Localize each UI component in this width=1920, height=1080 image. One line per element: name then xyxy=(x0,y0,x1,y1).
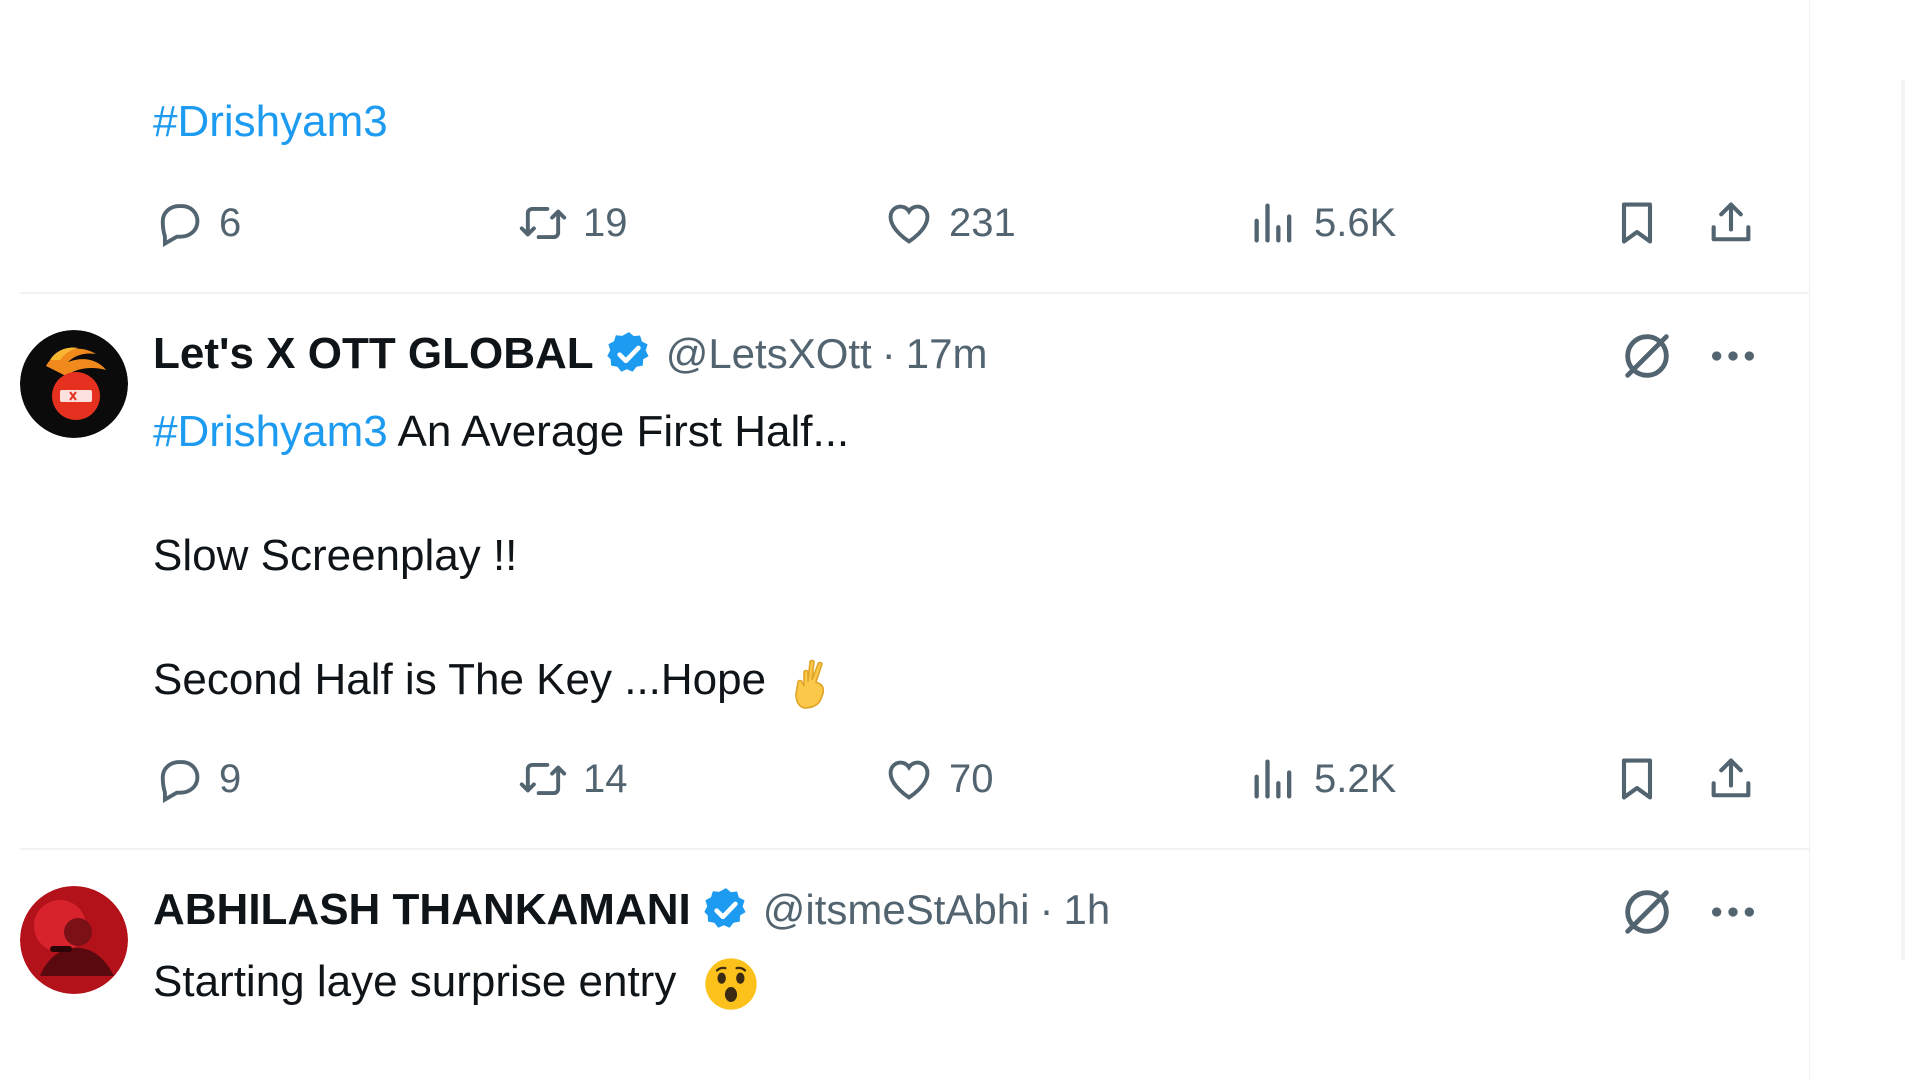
tweet-text: An Average First Half... xyxy=(387,407,850,456)
display-name[interactable]: ABHILASH THANKAMANI xyxy=(153,885,691,935)
right-sidebar-edge xyxy=(1811,0,1920,1080)
share-button[interactable] xyxy=(1703,749,1759,809)
avatar[interactable] xyxy=(20,886,128,994)
retweet-button[interactable]: 19 xyxy=(517,193,628,253)
heart-icon xyxy=(888,760,930,800)
tweet-header: Let's X OTT GLOBAL @LetsXOtt · 17m xyxy=(153,324,987,384)
views-button[interactable]: 5.6K xyxy=(1248,193,1396,253)
grok-icon[interactable] xyxy=(1618,327,1676,385)
tweet-1[interactable]: #Drishyam3 6 19 231 5.6K xyxy=(0,0,1810,292)
reply-icon xyxy=(160,760,200,803)
avatar[interactable] xyxy=(20,330,128,438)
tweet-text-line-3: Second Half is The Key ...Hope xyxy=(153,654,836,710)
separator-dot: · xyxy=(881,330,896,377)
timeline-feed: #Drishyam3 6 19 231 5.6K Let's X OTT GLO… xyxy=(0,0,1810,1080)
grok-icon[interactable] xyxy=(1618,883,1676,941)
tweet-text-line-1: Starting laye surprise entry xyxy=(153,956,759,1012)
retweet-count: 14 xyxy=(583,756,628,801)
astonished-face-emoji-icon xyxy=(704,958,757,1011)
hashtag-link[interactable]: #Drishyam3 xyxy=(153,96,388,148)
verified-badge-icon[interactable] xyxy=(701,885,751,935)
tweet-actions: 6 19 231 5.6K xyxy=(153,193,1763,253)
tweet-header: ABHILASH THANKAMANI @itsmeStAbhi · 1h xyxy=(153,880,1110,940)
username-handle[interactable]: @itsmeStAbhi xyxy=(763,886,1030,934)
like-count: 70 xyxy=(949,756,994,801)
reply-button[interactable]: 9 xyxy=(153,749,241,809)
scrollbar-track[interactable] xyxy=(1901,80,1905,960)
share-icon xyxy=(1711,202,1751,242)
like-button[interactable]: 70 xyxy=(883,749,994,809)
hashtag-link[interactable]: #Drishyam3 xyxy=(153,407,388,456)
reply-count: 9 xyxy=(219,756,242,801)
tweet-text-line-1: #Drishyam3 An Average First Half... xyxy=(153,406,849,458)
views-chart-icon xyxy=(1254,759,1292,799)
more-options-icon[interactable] xyxy=(1705,884,1761,940)
retweet-count: 19 xyxy=(583,200,628,245)
username-handle[interactable]: @LetsXOtt xyxy=(666,330,872,378)
separator-dot: · xyxy=(1039,886,1054,933)
timestamp[interactable]: 17m xyxy=(906,330,988,378)
verified-badge-icon[interactable] xyxy=(604,329,654,379)
tweet-text-line-2: Slow Screenplay !! xyxy=(153,531,518,580)
retweet-icon xyxy=(519,206,567,240)
bookmark-icon xyxy=(1621,202,1653,244)
retweet-icon xyxy=(519,762,567,796)
views-count: 5.6K xyxy=(1314,200,1397,245)
bookmark-icon xyxy=(1621,758,1653,800)
views-count: 5.2K xyxy=(1314,756,1397,801)
views-button[interactable]: 5.2K xyxy=(1248,749,1396,809)
more-options-icon[interactable] xyxy=(1705,328,1761,384)
timestamp[interactable]: 1h xyxy=(1063,886,1110,934)
tweet-text: Starting laye surprise entry xyxy=(153,957,677,1006)
retweet-button[interactable]: 14 xyxy=(517,749,628,809)
crossed-fingers-emoji-icon xyxy=(795,660,825,710)
display-name[interactable]: Let's X OTT GLOBAL xyxy=(153,329,594,379)
profile-photo xyxy=(20,886,128,994)
tweet-text: Second Half is The Key ...Hope xyxy=(153,655,767,704)
bookmark-button[interactable] xyxy=(1609,749,1665,809)
tweet-actions: 9 14 70 5.2K xyxy=(153,749,1763,809)
like-button[interactable]: 231 xyxy=(883,193,1016,253)
tweet-3[interactable]: ABHILASH THANKAMANI @itsmeStAbhi · 1h St… xyxy=(0,850,1810,1080)
views-chart-icon xyxy=(1254,203,1292,243)
like-count: 231 xyxy=(949,200,1016,245)
bookmark-button[interactable] xyxy=(1609,193,1665,253)
share-icon xyxy=(1711,758,1751,798)
heart-icon xyxy=(888,204,930,244)
share-button[interactable] xyxy=(1703,193,1759,253)
lets-x-ott-logo xyxy=(20,330,128,438)
tweet-2[interactable]: Let's X OTT GLOBAL @LetsXOtt · 17m #Dris… xyxy=(0,294,1810,848)
reply-count: 6 xyxy=(219,200,242,245)
reply-button[interactable]: 6 xyxy=(153,193,241,253)
reply-icon xyxy=(160,204,200,247)
